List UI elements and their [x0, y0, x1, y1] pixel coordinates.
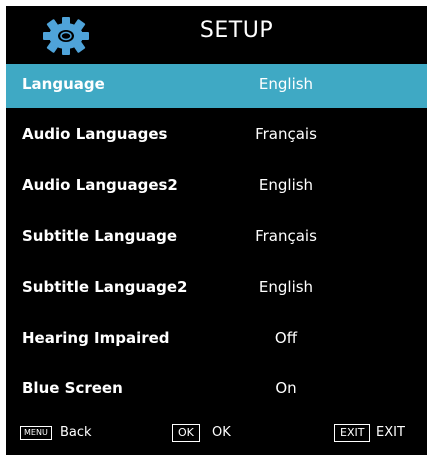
- menu-item-label: Hearing Impaired: [22, 329, 170, 347]
- header: SETUP: [6, 6, 427, 64]
- menu-item-label: Language: [22, 75, 105, 93]
- ok-key-icon[interactable]: OK: [172, 424, 200, 442]
- menu-item-label: Audio Languages: [22, 125, 168, 143]
- menu-item-label: Subtitle Language2: [22, 278, 188, 296]
- menu-item-value[interactable]: Français: [236, 125, 336, 143]
- menu-item-subtitle-language2[interactable]: Subtitle Language2 English: [6, 267, 427, 311]
- menu-item-value[interactable]: English: [236, 176, 336, 194]
- menu-item-value[interactable]: Off: [236, 329, 336, 347]
- ok-label: OK: [212, 425, 231, 440]
- menu-key-icon[interactable]: MENU: [20, 426, 52, 440]
- menu-item-label: Audio Languages2: [22, 176, 178, 194]
- menu-item-value[interactable]: Français: [236, 227, 336, 245]
- menu-item-language[interactable]: Language English: [6, 64, 427, 108]
- menu-item-hearing-impaired[interactable]: Hearing Impaired Off: [6, 318, 427, 362]
- back-label: Back: [60, 425, 92, 440]
- menu-item-blue-screen[interactable]: Blue Screen On: [6, 368, 427, 412]
- menu-item-label: Blue Screen: [22, 379, 123, 397]
- menu-item-value[interactable]: English: [236, 75, 336, 93]
- footer-hints: MENU Back OK OK EXIT EXIT: [6, 418, 427, 448]
- setup-screen: SETUP Language English Audio Languages F…: [6, 6, 427, 455]
- exit-label: EXIT: [376, 425, 405, 440]
- page-title: SETUP: [199, 18, 274, 43]
- menu-item-audio-languages2[interactable]: Audio Languages2 English: [6, 165, 427, 209]
- menu-item-label: Subtitle Language: [22, 227, 178, 245]
- menu-item-value[interactable]: English: [236, 278, 336, 296]
- exit-key-icon[interactable]: EXIT: [334, 424, 371, 442]
- menu-item-audio-languages[interactable]: Audio Languages Français: [6, 114, 427, 158]
- menu-item-value[interactable]: On: [236, 379, 336, 397]
- menu-item-subtitle-language[interactable]: Subtitle Language Français: [6, 216, 427, 260]
